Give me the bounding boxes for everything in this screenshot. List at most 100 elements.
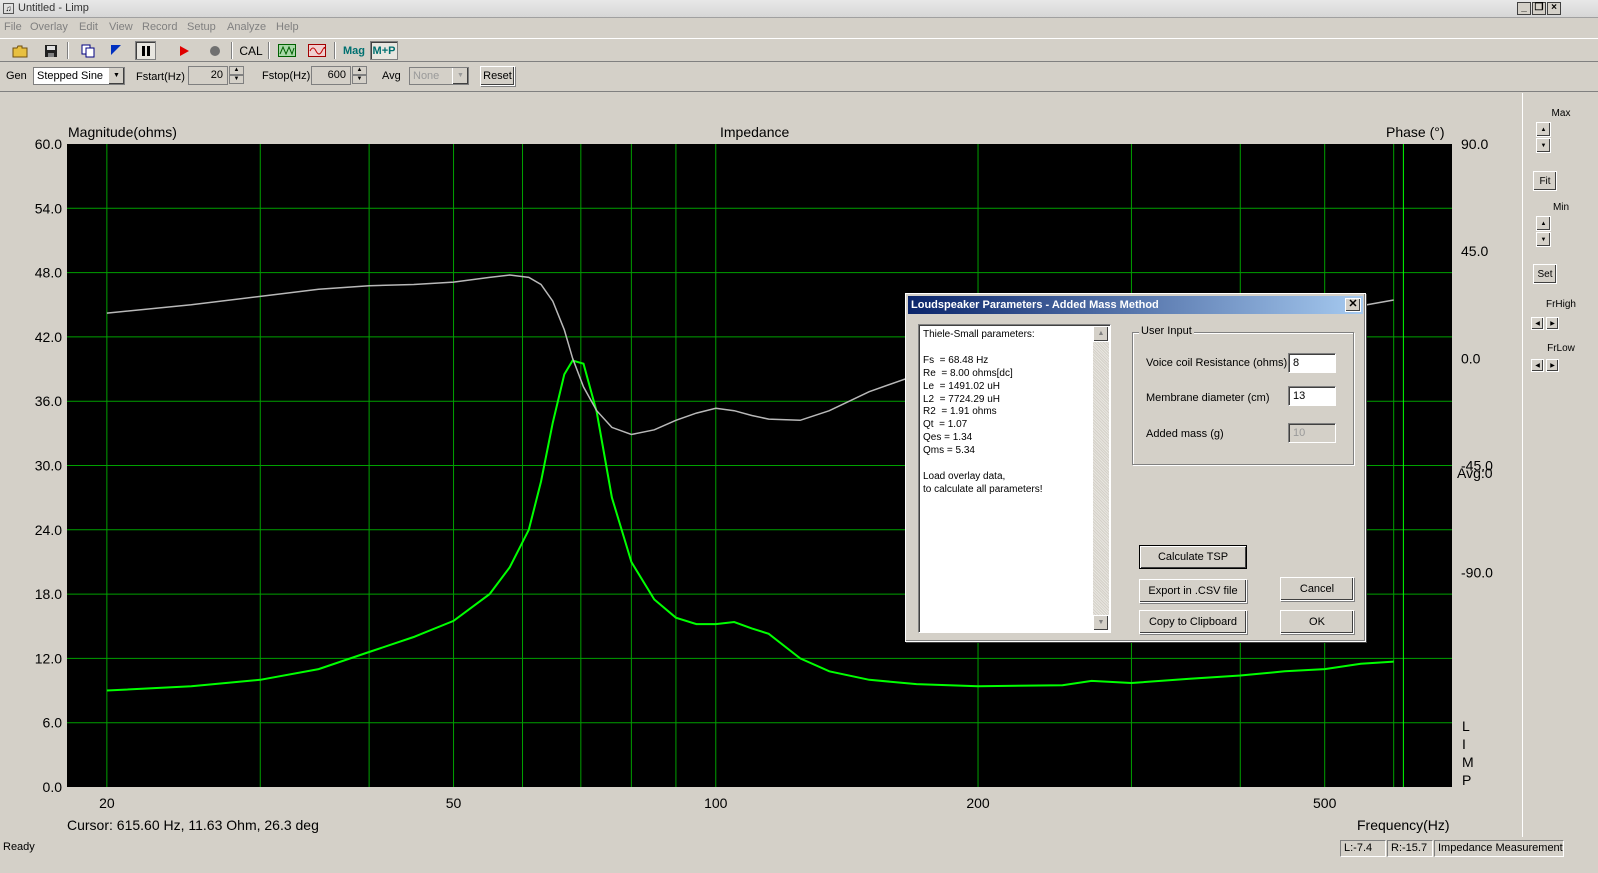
menu-file[interactable]: File	[4, 21, 22, 33]
title-bar: ♫ Untitled - Limp _ ❐ ×	[0, 0, 1598, 18]
cancel-button[interactable]: Cancel	[1280, 577, 1354, 601]
set-button[interactable]: Set	[1533, 264, 1557, 284]
min-label: Min	[1552, 202, 1570, 213]
gen-select-value: Stepped Sine	[37, 70, 104, 82]
ok-button[interactable]: OK	[1280, 610, 1354, 634]
copy-clipboard-button[interactable]: Copy to Clipboard	[1139, 610, 1247, 634]
fstop-stepper[interactable]: ▲ ▼	[352, 66, 367, 85]
frlow-left-button[interactable]: ◀	[1531, 359, 1544, 372]
chevron-down-icon[interactable]: ▼	[108, 68, 124, 84]
limp-letter: M	[1462, 754, 1474, 770]
menu-setup[interactable]: Setup	[187, 21, 216, 33]
membrane-diameter-input[interactable]: 13	[1288, 386, 1336, 406]
fstart-stepper[interactable]: ▲ ▼	[229, 66, 244, 85]
y-tick-label: 6.0	[43, 715, 63, 731]
menu-analyze[interactable]: Analyze	[227, 21, 266, 33]
avg-select-value: None	[413, 70, 440, 82]
pause-icon[interactable]	[135, 41, 156, 60]
y-tick-label: 0.0	[43, 779, 63, 795]
tsp-results-textarea[interactable]: Thiele-Small parameters: Fs = 68.48 Hz R…	[918, 324, 1111, 633]
y-tick-label: 36.0	[35, 393, 62, 409]
chevron-down-icon: ▼	[1540, 142, 1547, 149]
y2-tick-label: 90.0	[1461, 136, 1488, 152]
limp-letter: I	[1462, 736, 1466, 752]
record-icon[interactable]	[204, 41, 225, 60]
chevron-down-icon: ▼	[452, 68, 468, 84]
flag-icon[interactable]	[105, 41, 126, 60]
frlow-right-button[interactable]: ▶	[1546, 359, 1559, 372]
scroll-down-icon[interactable]: ▼	[1093, 615, 1109, 631]
user-input-group: User Input Voice coil Resistance (ohms) …	[1132, 325, 1354, 465]
chevron-down-icon[interactable]: ▼	[352, 75, 367, 84]
voice-coil-input[interactable]: 8	[1288, 353, 1336, 373]
tsp-results-text: Thiele-Small parameters: Fs = 68.48 Hz R…	[923, 329, 1043, 495]
save-icon[interactable]	[40, 41, 61, 60]
min-up-button[interactable]: ▲	[1536, 216, 1551, 231]
fstop-label: Fstop(Hz)	[262, 70, 311, 82]
export-csv-button[interactable]: Export in .CSV file	[1139, 579, 1247, 603]
generator-controls: Gen Stepped Sine ▼ Fstart(Hz) 20 ▲ ▼ Fsto…	[0, 62, 1598, 92]
app-icon[interactable]: ♫	[3, 3, 14, 14]
menu-edit[interactable]: Edit	[79, 21, 98, 33]
mag-button[interactable]: Mag	[340, 41, 368, 60]
y2-tick-label: 0.0	[1461, 350, 1481, 366]
window-title: Untitled - Limp	[18, 2, 89, 14]
y-tick-label: 24.0	[35, 522, 62, 538]
copy-icon[interactable]	[77, 41, 98, 60]
wave-icon[interactable]	[306, 41, 327, 60]
max-label: Max	[1551, 108, 1571, 119]
restore-icon[interactable]: ❐	[1532, 2, 1546, 15]
reset-button[interactable]: Reset	[480, 66, 515, 86]
y-tick-label: 54.0	[35, 200, 62, 216]
frhigh-label: FrHigh	[1545, 299, 1576, 310]
menu-bar: File Overlay Edit View Record Setup Anal…	[0, 18, 1598, 38]
gen-select[interactable]: Stepped Sine ▼	[33, 67, 125, 85]
max-down-button[interactable]: ▼	[1536, 138, 1551, 153]
menu-record[interactable]: Record	[142, 21, 177, 33]
calculate-tsp-button[interactable]: Calculate TSP	[1139, 545, 1247, 569]
scroll-up-icon[interactable]: ▲	[1093, 326, 1109, 342]
play-icon[interactable]	[173, 41, 194, 60]
fstart-input[interactable]: 20	[188, 66, 228, 85]
chevron-up-icon[interactable]: ▲	[352, 66, 367, 75]
fstart-label: Fstart(Hz)	[136, 71, 185, 83]
toolbar-separator	[67, 42, 69, 59]
mag-phase-button[interactable]: M+P	[370, 41, 398, 60]
status-right-level: R:-15.7	[1387, 840, 1433, 857]
y-tick-label: 12.0	[35, 650, 62, 666]
frhigh-right-button[interactable]: ▶	[1546, 317, 1559, 330]
chevron-up-icon[interactable]: ▲	[229, 66, 244, 75]
cal-button[interactable]: CAL	[238, 41, 264, 60]
close-icon[interactable]: ✕	[1345, 298, 1361, 312]
menu-view[interactable]: View	[109, 21, 133, 33]
y-tick-label: 42.0	[35, 329, 62, 345]
y2-tick-label: 45.0	[1461, 243, 1488, 259]
dialog-title: Loudspeaker Parameters - Added Mass Meth…	[911, 299, 1159, 311]
open-folder-icon[interactable]	[9, 41, 30, 60]
added-mass-input: 10	[1288, 423, 1336, 443]
fit-button[interactable]: Fit	[1533, 171, 1557, 191]
max-up-button[interactable]: ▲	[1536, 122, 1551, 137]
menu-overlay[interactable]: Overlay	[30, 21, 68, 33]
min-down-button[interactable]: ▼	[1536, 232, 1551, 247]
y-tick-label: 18.0	[35, 586, 62, 602]
voice-coil-label: Voice coil Resistance (ohms)	[1146, 357, 1288, 369]
membrane-diameter-label: Membrane diameter (cm)	[1146, 392, 1270, 404]
limp-letter: P	[1462, 772, 1471, 788]
y2-tick-label: -90.0	[1461, 565, 1493, 581]
toolbar-separator	[268, 42, 270, 59]
chevron-down-icon[interactable]: ▼	[229, 75, 244, 84]
tsp-scrollbar[interactable]: ▲ ▼	[1093, 326, 1109, 631]
minimize-icon[interactable]: _	[1517, 2, 1531, 15]
chevron-left-icon: ◀	[1535, 363, 1540, 369]
gen-icon[interactable]	[276, 41, 297, 60]
frhigh-left-button[interactable]: ◀	[1531, 317, 1544, 330]
x-tick-label: 20	[99, 795, 115, 811]
status-mode: Impedance Measurement	[1434, 840, 1564, 857]
toolbar-separator	[231, 42, 233, 59]
y2-tick-label: -45.0	[1461, 458, 1493, 474]
scale-panel: Max ▲ ▼ Fit Min ▲ ▼ Set FrHigh ◀ ▶ FrLow…	[1522, 93, 1598, 837]
fstop-input[interactable]: 600	[311, 66, 351, 85]
close-icon[interactable]: ×	[1547, 2, 1561, 15]
menu-help[interactable]: Help	[276, 21, 299, 33]
